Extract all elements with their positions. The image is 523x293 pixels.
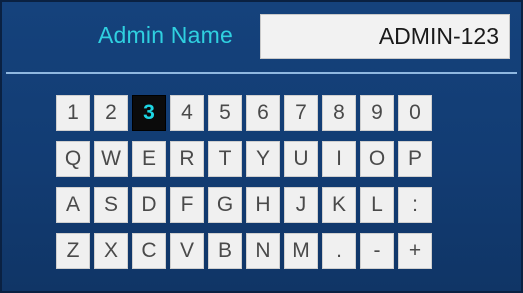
admin-name-label: Admin Name — [98, 22, 233, 48]
key-t[interactable]: T — [208, 141, 242, 177]
key-q[interactable]: Q — [56, 141, 90, 177]
key-h[interactable]: H — [246, 187, 280, 223]
key-w[interactable]: W — [94, 141, 128, 177]
keyboard-row-numbers: 1 2 3 4 5 6 7 8 9 0 — [56, 95, 502, 131]
key-o[interactable]: O — [360, 141, 394, 177]
key-plus[interactable]: + — [398, 233, 432, 269]
key-8[interactable]: 8 — [322, 95, 356, 131]
key-6[interactable]: 6 — [246, 95, 280, 131]
key-colon[interactable]: : — [398, 187, 432, 223]
keyboard-row-asdf: A S D F G H J K L : — [56, 187, 502, 223]
header-divider — [6, 72, 517, 74]
key-j[interactable]: J — [284, 187, 318, 223]
key-s[interactable]: S — [94, 187, 128, 223]
key-a[interactable]: A — [56, 187, 90, 223]
key-f[interactable]: F — [170, 187, 204, 223]
key-i[interactable]: I — [322, 141, 356, 177]
key-p[interactable]: P — [398, 141, 432, 177]
key-v[interactable]: V — [170, 233, 204, 269]
key-2[interactable]: 2 — [94, 95, 128, 131]
admin-name-panel: Admin Name ADMIN-123 1 2 3 4 5 6 7 8 9 0… — [0, 0, 523, 293]
key-n[interactable]: N — [246, 233, 280, 269]
key-u[interactable]: U — [284, 141, 318, 177]
key-4[interactable]: 4 — [170, 95, 204, 131]
admin-name-field[interactable]: ADMIN-123 — [260, 14, 510, 59]
key-d[interactable]: D — [132, 187, 166, 223]
key-5[interactable]: 5 — [208, 95, 242, 131]
key-9[interactable]: 9 — [360, 95, 394, 131]
key-period[interactable]: . — [322, 233, 356, 269]
on-screen-keyboard: 1 2 3 4 5 6 7 8 9 0 Q W E R T Y U I O P … — [56, 95, 502, 279]
header: Admin Name ADMIN-123 — [2, 2, 521, 70]
key-0[interactable]: 0 — [398, 95, 432, 131]
key-e[interactable]: E — [132, 141, 166, 177]
key-b[interactable]: B — [208, 233, 242, 269]
key-y[interactable]: Y — [246, 141, 280, 177]
key-x[interactable]: X — [94, 233, 128, 269]
key-1[interactable]: 1 — [56, 95, 90, 131]
key-c[interactable]: C — [132, 233, 166, 269]
key-l[interactable]: L — [360, 187, 394, 223]
key-g[interactable]: G — [208, 187, 242, 223]
keyboard-row-zxcv: Z X C V B N M . - + — [56, 233, 502, 269]
key-m[interactable]: M — [284, 233, 318, 269]
keyboard-row-qwerty: Q W E R T Y U I O P — [56, 141, 502, 177]
key-7[interactable]: 7 — [284, 95, 318, 131]
key-k[interactable]: K — [322, 187, 356, 223]
key-z[interactable]: Z — [56, 233, 90, 269]
key-3[interactable]: 3 — [132, 95, 166, 131]
key-r[interactable]: R — [170, 141, 204, 177]
key-minus[interactable]: - — [360, 233, 394, 269]
